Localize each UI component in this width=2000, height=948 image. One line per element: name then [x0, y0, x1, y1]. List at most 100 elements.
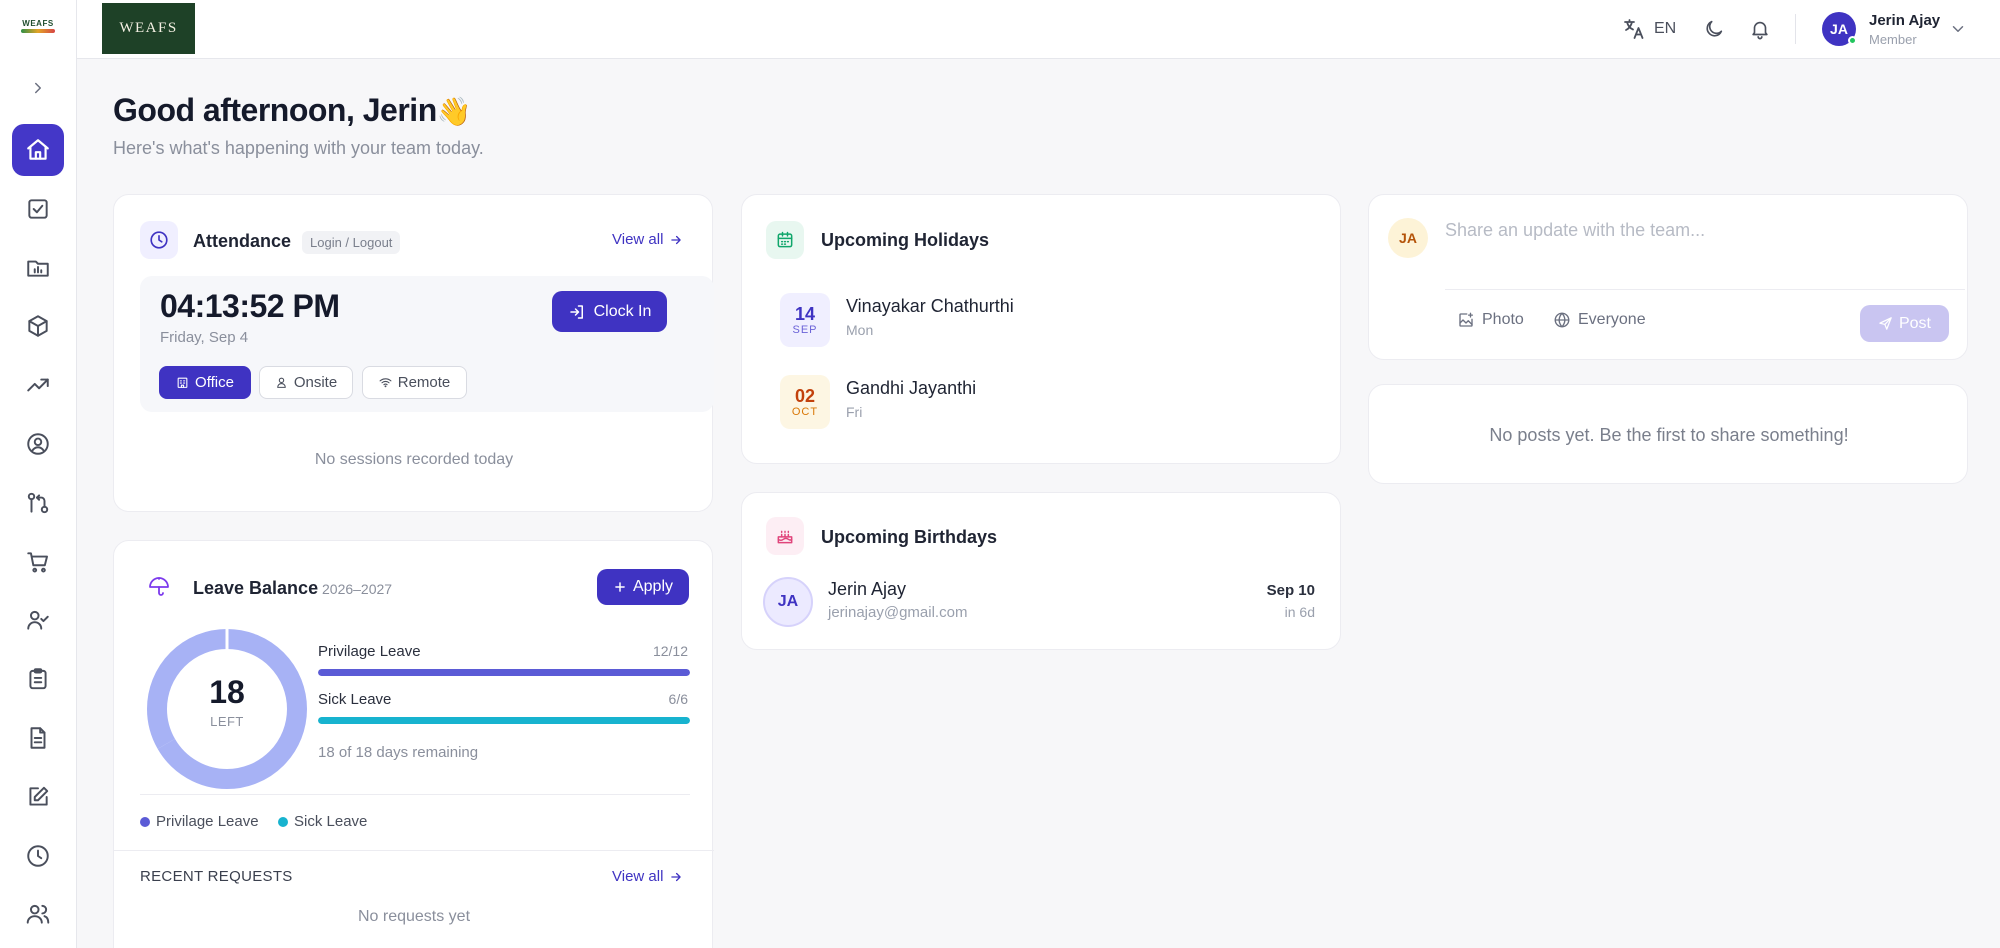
dark-mode-toggle[interactable] — [1701, 16, 1727, 42]
photo-button[interactable]: Photo — [1457, 311, 1524, 329]
recent-requests-empty-state: No requests yet — [357, 908, 471, 925]
mode-remote-label: Remote — [397, 374, 451, 391]
birthdays-title: Upcoming Birthdays — [821, 527, 998, 547]
mode-office-button[interactable]: Office — [159, 366, 251, 399]
birthdays-header-icon — [766, 517, 804, 555]
leave-type-privilage-name: Privilage Leave — [318, 643, 421, 660]
user-name[interactable]: Jerin Ajay — [1869, 12, 1940, 29]
leave-type-privilage-bar — [318, 669, 690, 676]
document-icon — [30, 727, 46, 749]
online-status-dot — [1848, 36, 1857, 45]
mode-onsite-button[interactable]: Onsite — [259, 366, 353, 399]
post-button[interactable]: Post — [1860, 305, 1949, 342]
leave-type-sick-name: Sick Leave — [318, 691, 392, 708]
notifications-button[interactable] — [1747, 16, 1773, 42]
view-all-label: View all — [612, 868, 664, 885]
cart-icon — [27, 552, 48, 573]
globe-icon — [1554, 312, 1570, 328]
sidebar-item-tasks[interactable] — [12, 183, 64, 235]
leave-donut-chart: 18 LEFT — [146, 628, 308, 790]
language-selector[interactable]: EN — [1622, 16, 1676, 42]
clock-in-button[interactable]: Clock In — [552, 291, 667, 332]
user-menu-toggle[interactable] — [1949, 20, 1967, 38]
login-icon — [569, 304, 583, 319]
current-time: 04:13:52 PM — [160, 288, 340, 324]
birthday-countdown: in 6d — [1284, 604, 1315, 620]
post-label: Post — [1898, 314, 1931, 332]
clock-icon — [150, 231, 168, 249]
calendar-icon — [777, 231, 793, 248]
sidebar-item-assets[interactable] — [12, 300, 64, 352]
analytics-icon — [27, 378, 49, 392]
user-avatar[interactable]: JA — [1822, 12, 1857, 46]
sidebar-item-edit[interactable] — [12, 771, 64, 823]
holiday-name: Gandhi Jayanthi — [846, 378, 977, 398]
sidebar-item-projects[interactable] — [12, 241, 64, 293]
sidebar-item-workflow[interactable] — [12, 477, 64, 529]
leave-type-privilage-fill — [318, 669, 690, 676]
sidebar-item-clock[interactable] — [12, 830, 64, 882]
sidebar-item-team[interactable] — [12, 888, 64, 940]
recent-requests-view-all-link[interactable]: View all — [612, 868, 683, 885]
attendance-title: Attendance — [193, 231, 292, 251]
leave-type-sick-fill — [318, 717, 690, 724]
sidebar-item-document[interactable] — [12, 712, 64, 764]
moon-icon — [1706, 20, 1723, 37]
sessions-empty-state: No sessions recorded today — [314, 451, 514, 468]
composer-divider — [1445, 289, 1965, 290]
sidebar-item-user-check[interactable] — [12, 594, 64, 646]
view-all-label: View all — [612, 231, 664, 248]
cake-icon — [777, 530, 793, 544]
office-icon — [177, 377, 188, 388]
clock-panel: 04:13:52 PM Friday, Sep 4 Clock In Offic… — [140, 276, 714, 412]
photo-label: Photo — [1482, 311, 1524, 328]
chevron-right-icon — [35, 82, 41, 94]
birthday-date: Sep 10 — [1266, 582, 1315, 599]
mode-remote-button[interactable]: Remote — [362, 366, 467, 399]
wifi-icon — [379, 378, 392, 388]
sidebar-expand-button[interactable] — [26, 76, 50, 100]
leave-period: 2026–2027 — [322, 581, 393, 597]
sidebar-item-home[interactable] — [12, 124, 64, 176]
holiday-weekday: Mon — [846, 322, 874, 338]
brand-logo-text: WEAFS — [119, 20, 178, 36]
attendance-view-all-link[interactable]: View all — [612, 231, 683, 248]
audience-selector[interactable]: Everyone — [1553, 311, 1646, 329]
clipboard-icon — [29, 668, 47, 690]
sidebar-logo[interactable]: WEAFS — [18, 14, 58, 38]
clock-icon — [27, 845, 49, 867]
composer-avatar: JA — [1388, 218, 1428, 258]
post-input[interactable] — [1445, 215, 1965, 245]
birthday-name: Jerin Ajay — [828, 579, 907, 599]
holiday-date-badge: 02 OCT — [780, 375, 830, 429]
legend-privilage-label: Privilage Leave — [156, 813, 259, 830]
team-icon — [26, 904, 50, 924]
brand-logo[interactable]: WEAFS — [102, 3, 195, 54]
leave-left-label: LEFT — [210, 714, 244, 729]
sidebar-logo-stripe — [21, 29, 55, 33]
holidays-title: Upcoming Holidays — [821, 230, 990, 250]
feed-card: No posts yet. Be the first to share some… — [1368, 384, 1968, 484]
feed-empty-state: No posts yet. Be the first to share some… — [1489, 425, 1849, 445]
greeting-text: Good afternoon, Jerin — [113, 92, 437, 128]
sidebar-item-analytics[interactable] — [12, 359, 64, 411]
edit-icon — [29, 786, 49, 806]
audience-label: Everyone — [1578, 311, 1646, 328]
holidays-card: Upcoming Holidays 14 SEP Vinayakar Chath… — [741, 194, 1341, 464]
apply-leave-button[interactable]: Apply — [597, 569, 689, 605]
translate-icon — [1624, 19, 1644, 39]
attendance-badge: Login / Logout — [302, 231, 401, 254]
sidebar-item-profile[interactable] — [12, 418, 64, 470]
sidebar-item-cart[interactable] — [12, 536, 64, 588]
sidebar-item-clipboard[interactable] — [12, 653, 64, 705]
leave-divider — [140, 794, 690, 795]
user-initials: JA — [1830, 21, 1848, 37]
leave-type-sick-bar — [318, 717, 690, 724]
user-role: Member — [1869, 32, 1917, 47]
holiday-date-badge: 14 SEP — [780, 293, 830, 347]
leave-type-sick-value: 6/6 — [668, 691, 688, 707]
leave-left-count: 18 — [209, 674, 245, 710]
legend-privilage: Privilage Leave — [140, 813, 259, 830]
assets-icon — [28, 315, 48, 337]
leave-remaining-text: 18 of 18 days remaining — [318, 744, 479, 761]
